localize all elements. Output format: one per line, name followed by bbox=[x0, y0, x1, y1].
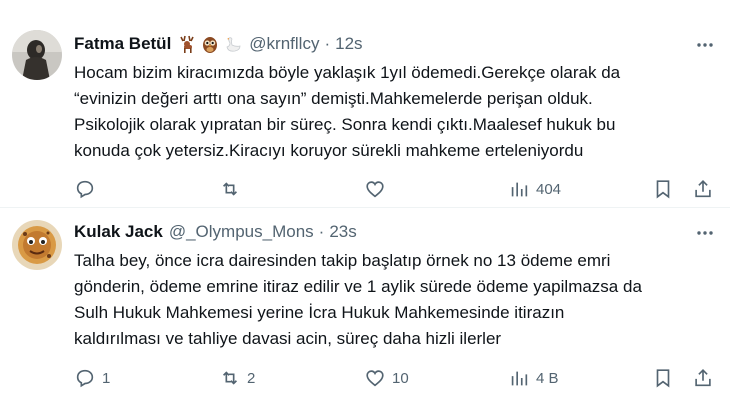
reply-button[interactable]: 1 bbox=[74, 366, 110, 390]
tweet-text: Talha bey, önce icra dairesinden takip b… bbox=[74, 248, 714, 352]
repost-count: 2 bbox=[247, 369, 256, 387]
like-button[interactable]: 10 bbox=[364, 366, 409, 390]
avatar[interactable] bbox=[12, 220, 62, 270]
more-options-button[interactable] bbox=[694, 222, 716, 244]
action-bar: 404 bbox=[74, 177, 722, 201]
repost-button[interactable]: 2 bbox=[219, 366, 255, 390]
name-emojis bbox=[177, 34, 243, 54]
more-dots-icon bbox=[697, 231, 713, 235]
share-button[interactable] bbox=[692, 177, 714, 201]
tweet-text-line: Talha bey, önce icra dairesinden takip b… bbox=[74, 251, 611, 270]
views-button[interactable]: 4 B bbox=[508, 366, 559, 390]
display-name[interactable]: Fatma Betül bbox=[74, 34, 171, 54]
heart-icon bbox=[366, 370, 384, 387]
avatar[interactable] bbox=[12, 30, 62, 80]
timestamp[interactable]: 23s bbox=[329, 222, 356, 242]
heart-icon bbox=[366, 181, 384, 198]
tweet-text-line: gönderin, ödeme emrine itiraz edilir ve … bbox=[74, 277, 642, 296]
share-icon bbox=[695, 369, 711, 387]
user-handle[interactable]: @krnfllcy bbox=[249, 34, 319, 54]
tweet[interactable]: Fatma Betül @krnfllcy · 12s Hocam bizim … bbox=[0, 0, 730, 208]
bookmark-icon bbox=[656, 180, 670, 199]
owl-emoji bbox=[203, 37, 218, 53]
deer-emoji bbox=[180, 35, 195, 53]
more-dots-icon bbox=[697, 43, 713, 47]
tweet-text-line: Hocam bizim kiracımızda böyle yaklaşık 1… bbox=[74, 63, 621, 82]
view-count: 4 B bbox=[536, 369, 559, 387]
share-icon bbox=[695, 180, 711, 198]
bookmark-icon bbox=[656, 369, 670, 388]
action-bar: 1 2 10 4 B bbox=[74, 366, 722, 390]
reply-icon bbox=[76, 180, 94, 199]
tweet-text-line: Psikolojik olarak yıpratan bir süreç. So… bbox=[74, 115, 616, 134]
like-button[interactable] bbox=[364, 177, 392, 201]
swan-emoji bbox=[226, 37, 241, 52]
tweet-text-line: kaldırılması ve tahliye davasi acin, sür… bbox=[74, 329, 502, 348]
reply-icon bbox=[76, 369, 94, 388]
separator-dot: · bbox=[324, 34, 331, 53]
tweet-text: Hocam bizim kiracımızda böyle yaklaşık 1… bbox=[74, 60, 714, 164]
bookmark-button[interactable] bbox=[652, 177, 674, 201]
separator-dot: · bbox=[318, 222, 325, 241]
tweet-text-line: Sulh Hukuk Mahkemesi yerine İcra Hukuk M… bbox=[74, 303, 565, 322]
tweet-text-line: “evinizin değeri arttı ona sayın” demişt… bbox=[74, 89, 593, 108]
views-button[interactable]: 404 bbox=[508, 177, 561, 201]
like-count: 10 bbox=[392, 369, 409, 387]
bookmark-button[interactable] bbox=[652, 366, 674, 390]
reply-button[interactable] bbox=[74, 177, 102, 201]
user-handle[interactable]: @_Olympus_Mons bbox=[169, 222, 314, 242]
view-count: 404 bbox=[536, 180, 562, 198]
repost-button[interactable] bbox=[219, 177, 247, 201]
analytics-icon bbox=[511, 371, 528, 386]
repost-icon bbox=[222, 371, 238, 385]
display-name[interactable]: Kulak Jack bbox=[74, 222, 163, 242]
analytics-icon bbox=[511, 182, 528, 197]
reply-count: 1 bbox=[102, 369, 111, 387]
tweet[interactable]: Kulak Jack @_Olympus_Mons · 23s Talha be… bbox=[0, 208, 730, 420]
repost-icon bbox=[222, 182, 238, 196]
tweet-text-line: konuda çok yetersiz.Kiracıyı koruyor sür… bbox=[74, 141, 584, 160]
more-options-button[interactable] bbox=[694, 34, 716, 56]
share-button[interactable] bbox=[692, 366, 714, 390]
timestamp[interactable]: 12s bbox=[335, 34, 362, 54]
